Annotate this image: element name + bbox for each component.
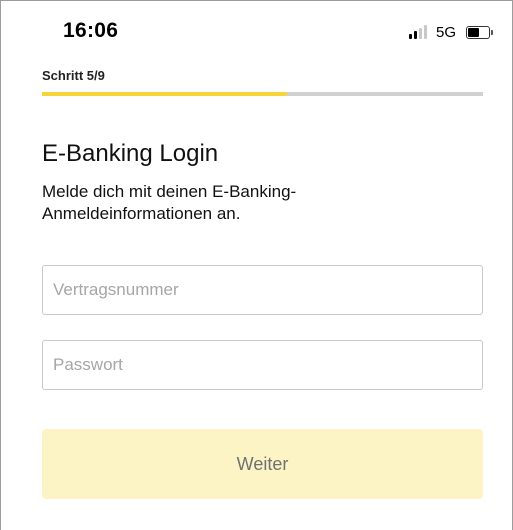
signal-strength-icon bbox=[408, 25, 427, 39]
status-indicators: 5G bbox=[408, 24, 493, 41]
password-input[interactable] bbox=[42, 340, 483, 390]
network-type: 5G bbox=[435, 24, 456, 41]
step-indicator: Schritt 5/9 bbox=[42, 68, 105, 83]
app-screen: 16:06 5G Schritt 5/9 E-Banking Login Mel… bbox=[0, 0, 513, 530]
signal-bar bbox=[408, 34, 412, 39]
status-bar: 16:06 5G bbox=[1, 1, 512, 65]
signal-bar bbox=[423, 25, 427, 39]
battery-tip bbox=[491, 30, 493, 35]
page-title: E-Banking Login bbox=[42, 140, 219, 167]
contract-number-input[interactable] bbox=[42, 265, 483, 315]
signal-bar bbox=[418, 28, 422, 39]
signal-bar bbox=[413, 31, 417, 39]
progress-bar-fill bbox=[42, 92, 288, 96]
page-subtitle: Melde dich mit deinen E-Banking-Anmeldei… bbox=[42, 182, 297, 223]
progress-bar bbox=[42, 92, 483, 96]
battery-icon bbox=[466, 26, 493, 39]
battery-fill bbox=[468, 28, 479, 37]
continue-button[interactable]: Weiter bbox=[42, 429, 483, 499]
status-time: 16:06 bbox=[63, 19, 119, 42]
